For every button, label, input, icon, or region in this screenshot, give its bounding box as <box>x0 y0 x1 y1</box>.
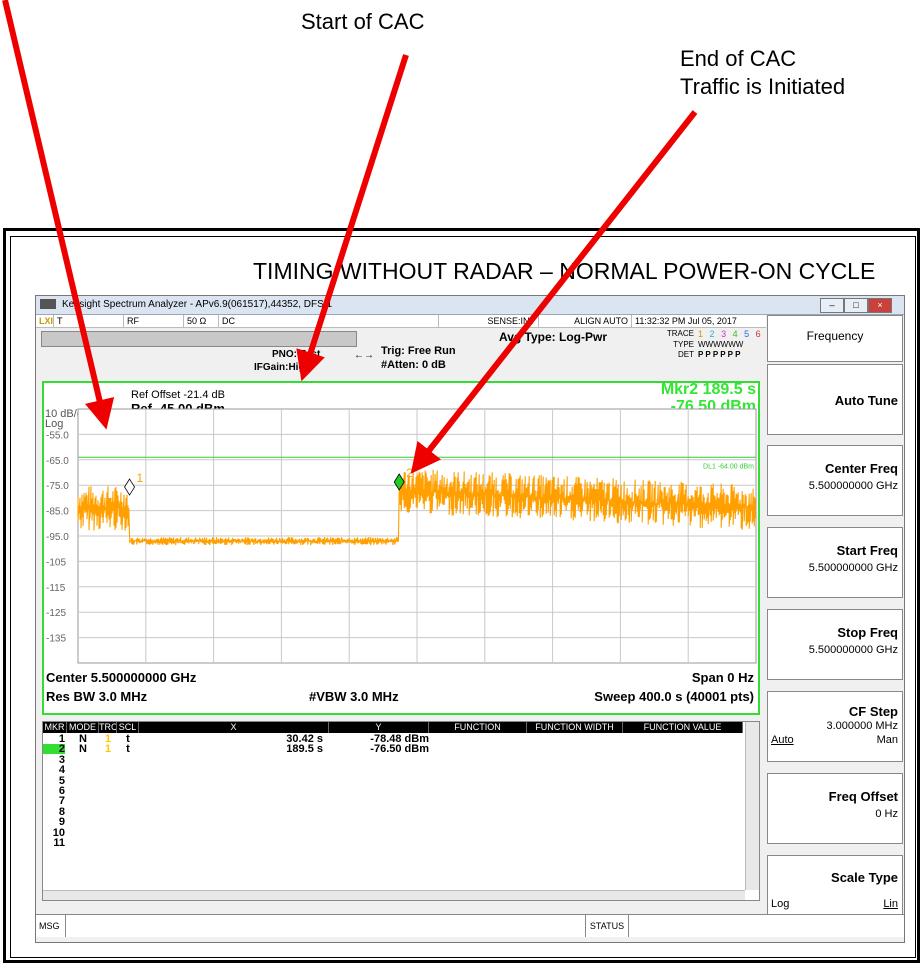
y-tick-label: -55.0 <box>46 430 69 441</box>
scale-log-option[interactable]: Log <box>771 898 789 910</box>
stop-freq-softkey[interactable]: Stop Freq 5.500000000 GHz <box>767 609 903 680</box>
status-label: STATUS <box>585 915 629 937</box>
window-title: Keysight Spectrum Analyzer - APv6.9(0615… <box>62 299 333 310</box>
minimize-button[interactable]: – <box>820 298 844 313</box>
softkey-panel: Frequency Auto Tune Center Freq 5.500000… <box>767 315 903 925</box>
horizontal-scrollbar[interactable] <box>43 890 745 900</box>
status-row: LXI T RF 50 Ω DC SENSE:INT ALIGN AUTO 11… <box>36 315 766 328</box>
marker-table-row[interactable]: 7 <box>43 795 743 808</box>
y-tick-label: -125 <box>46 608 66 619</box>
marker-table-row[interactable]: 3 <box>43 754 743 765</box>
app-icon <box>40 299 56 309</box>
span: Span 0 Hz <box>691 670 754 685</box>
y-tick-label: -135 <box>46 634 66 645</box>
marker-table-row[interactable]: 2 N 1 t 189.5 s -76.50 dBm <box>43 743 743 756</box>
center-freq-softkey[interactable]: Center Freq 5.500000000 GHz <box>767 445 903 516</box>
sense-indicator: SENSE:INT <box>439 315 539 327</box>
y-tick-labels: -55.0 -65.0 -75.0 -85.0 -95.0 -105 -115 -125 -13… <box>46 430 69 644</box>
cf-step-man-option[interactable]: Man <box>877 734 898 746</box>
marker-mode: N <box>79 743 87 756</box>
center-frequency: Center 5.500000000 GHz <box>46 670 197 685</box>
avg-type: Avg Type: Log-Pwr <box>499 330 607 344</box>
y-tick-label: -65.0 <box>46 456 69 467</box>
marker-table: MKR MODE TRC SCL X Y FUNCTION FUNCTION W… <box>42 721 760 901</box>
figure-heading: TIMING WITHOUT RADAR – NORMAL POWER-ON C… <box>253 258 876 284</box>
msg-label: MSG <box>36 915 66 937</box>
trigger-setting: Trig: Free Run <box>381 345 456 357</box>
marker-table-row[interactable]: 10 <box>43 827 743 838</box>
marker-table-row[interactable]: 8 <box>43 806 743 817</box>
callout-end-of-cac: End of CAC <box>680 46 797 71</box>
vertical-scrollbar[interactable] <box>745 722 759 890</box>
marker-number: 4 <box>58 764 65 777</box>
marker-trace: 1 <box>104 743 112 756</box>
rf-input: RF <box>124 315 184 327</box>
y-tick-label: -75.0 <box>46 481 69 492</box>
attenuation-setting: #Atten: 0 dB <box>381 359 446 371</box>
marker-number: 2 <box>43 744 65 755</box>
frequency-menu-title: Frequency <box>767 315 903 362</box>
marker-scale: t <box>126 743 130 756</box>
lxi-indicator: LXI <box>36 315 54 327</box>
marker-1-label: 1 <box>137 471 144 485</box>
spectrum-graph: -55.0 -65.0 -75.0 -85.0 -95.0 -105 -115 -125 -13… <box>46 408 757 664</box>
arrow-icon: ←→ <box>354 350 374 361</box>
marker-table-row[interactable]: 5 <box>43 775 743 786</box>
sweep-time: Sweep 400.0 s (40001 pts) <box>594 689 754 704</box>
video-bandwidth: #VBW 3.0 MHz <box>309 689 399 704</box>
impedance: 50 Ω <box>184 315 219 327</box>
marker-2-label: 2 <box>406 466 413 480</box>
trace-info: TRACE 1 2 3 4 5 6 TYPE WWWWWW DET P P P … <box>666 329 763 359</box>
window-titlebar: Keysight Spectrum Analyzer - APv6.9(0615… <box>36 296 904 315</box>
trigger-indicator: T <box>54 315 124 327</box>
callout-traffic-initiated: Traffic is Initiated <box>680 74 846 99</box>
graticule <box>77 408 757 664</box>
message-bar <box>41 331 357 347</box>
maximize-button[interactable]: □ <box>844 298 868 313</box>
bottom-status-bar: MSG STATUS <box>36 914 904 937</box>
start-freq-softkey[interactable]: Start Freq 5.500000000 GHz <box>767 527 903 598</box>
marker-table-row[interactable]: 9 <box>43 816 743 829</box>
marker-number: 9 <box>58 816 65 829</box>
coupling: DC <box>219 315 439 327</box>
cf-step-auto-option[interactable]: Auto <box>771 734 794 746</box>
scale-lin-option[interactable]: Lin <box>883 898 898 910</box>
analyzer-window: Keysight Spectrum Analyzer - APv6.9(0615… <box>35 295 905 943</box>
auto-tune-softkey[interactable]: Auto Tune <box>767 364 903 435</box>
y-tick-label: -95.0 <box>46 532 69 543</box>
y-tick-label: -115 <box>46 583 66 594</box>
marker-table-header: MKR MODE TRC SCL X Y FUNCTION FUNCTION W… <box>43 722 743 733</box>
marker-x-value: 189.5 s <box>286 743 323 756</box>
marker-number: 11 <box>53 837 65 849</box>
marker-table-row[interactable]: 6 <box>43 786 743 797</box>
cf-step-softkey[interactable]: CF Step 3.000000 MHz Auto Man <box>767 691 903 762</box>
pno-setting: PNO: Fast <box>272 349 321 360</box>
marker-table-row[interactable]: 4 <box>43 764 743 777</box>
align-indicator: ALIGN AUTO <box>539 315 632 327</box>
close-button[interactable]: × <box>868 298 892 313</box>
plot-area: Ref Offset -21.4 dB Ref -45.00 dBm 10 dB… <box>42 381 760 715</box>
callout-start-of-cac: Start of CAC <box>301 9 425 34</box>
y-tick-label: -105 <box>46 557 66 568</box>
ifgain-setting: IFGain:High <box>254 362 311 373</box>
display-line-label: DL1 -64.00 dBm <box>703 463 754 470</box>
freq-offset-softkey[interactable]: Freq Offset 0 Hz <box>767 773 903 844</box>
marker-number: 7 <box>58 795 65 808</box>
resolution-bandwidth: Res BW 3.0 MHz <box>46 689 148 704</box>
datetime: 11:32:32 PM Jul 05, 2017 <box>635 316 737 326</box>
marker-y-value: -76.50 dBm <box>370 743 429 756</box>
y-tick-label: -85.0 <box>46 507 69 518</box>
marker-table-row[interactable]: 11 <box>43 837 743 849</box>
